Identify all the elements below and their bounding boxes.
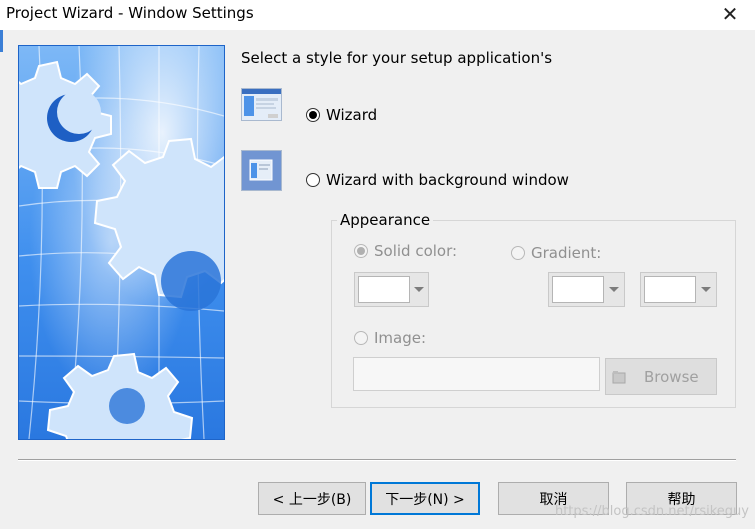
solid-color-radio[interactable]: Solid color: <box>354 242 457 260</box>
solid-color-picker[interactable] <box>354 272 429 307</box>
image-path-field[interactable] <box>353 357 600 391</box>
footer-separator <box>18 459 736 461</box>
gradient-radio[interactable]: Gradient: <box>511 244 601 262</box>
gradient-start-color-picker[interactable] <box>548 272 625 307</box>
background-window-style-label: Wizard with background window <box>326 171 569 189</box>
wizard-style-thumbnail-icon <box>241 88 282 121</box>
gradient-radio-indicator[interactable] <box>511 246 525 260</box>
gradient-end-color-picker[interactable] <box>640 272 717 307</box>
watermark-text: https://blog.csdn.net/rsikeguy <box>554 504 749 519</box>
wizard-style-radio[interactable]: Wizard <box>306 106 377 124</box>
appearance-group-label: Appearance <box>337 211 434 229</box>
background-window-style-radio[interactable]: Wizard with background window <box>306 171 569 189</box>
solid-color-radio-indicator[interactable] <box>354 244 368 258</box>
image-label: Image: <box>374 329 427 347</box>
gradient-label: Gradient: <box>531 244 602 262</box>
browse-button[interactable]: Browse <box>605 358 717 395</box>
browse-button-label: Browse <box>644 367 699 386</box>
window-title: Project Wizard - Window Settings <box>6 4 254 22</box>
background-window-style-thumbnail-icon <box>241 150 282 191</box>
wizard-style-label: Wizard <box>326 106 378 124</box>
solid-color-swatch <box>358 276 410 303</box>
folder-icon <box>612 370 626 384</box>
image-radio[interactable]: Image: <box>354 329 426 347</box>
close-icon[interactable]: ✕ <box>719 2 741 26</box>
solid-color-label: Solid color: <box>374 242 458 260</box>
gradient-start-swatch <box>552 276 604 303</box>
background-window-radio-indicator[interactable] <box>306 173 320 187</box>
window-edge-accent <box>0 30 3 52</box>
gradient-end-swatch <box>644 276 696 303</box>
style-prompt: Select a style for your setup applicatio… <box>241 49 553 67</box>
wizard-radio-indicator[interactable] <box>306 108 320 122</box>
chevron-down-icon[interactable] <box>604 273 624 306</box>
chevron-down-icon[interactable] <box>410 273 428 306</box>
wizard-banner-image <box>18 45 225 440</box>
image-radio-indicator[interactable] <box>354 331 368 345</box>
chevron-down-icon[interactable] <box>696 273 716 306</box>
next-button[interactable]: 下一步(N) > <box>370 482 480 515</box>
back-button[interactable]: < 上一步(B) <box>258 482 366 515</box>
